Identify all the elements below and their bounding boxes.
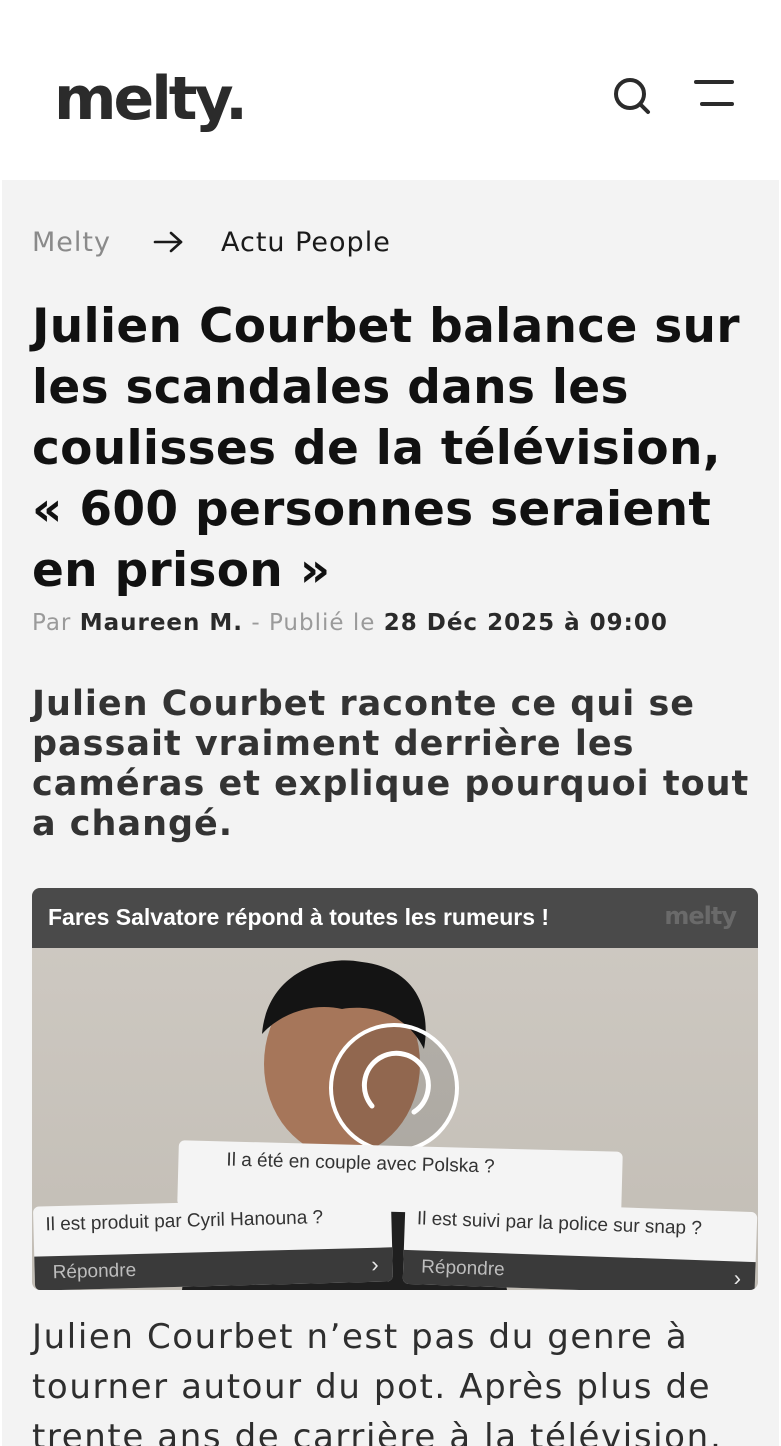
published-label: - Publié le: [251, 610, 376, 636]
rumor-question: Il a été en couple avec Polska ?: [226, 1149, 495, 1178]
arrow-right-icon: [153, 230, 185, 254]
author-link[interactable]: Maureen M.: [80, 610, 243, 636]
breadcrumb: Melty Actu People: [32, 224, 391, 260]
article-lead: Julien Courbet raconte ce qui se passait…: [32, 684, 750, 844]
rumor-question: Il est suivi par la police sur snap ?: [416, 1208, 703, 1240]
search-button[interactable]: [610, 74, 654, 118]
melty-logo[interactable]: melty.: [54, 64, 248, 134]
chevron-right-icon: ›: [370, 1251, 379, 1277]
video-watermark: melty: [664, 902, 737, 930]
byline-prefix: Par: [32, 610, 72, 636]
menu-button[interactable]: [692, 76, 736, 112]
video-title: Fares Salvatore répond à toutes les rume…: [48, 904, 550, 930]
reply-strip: Répondre ›: [402, 1249, 756, 1290]
reply-link[interactable]: Répondre: [421, 1256, 505, 1281]
breadcrumb-home-link[interactable]: Melty: [32, 227, 111, 258]
article-container: Melty Actu People Julien Courbet balance…: [2, 180, 779, 1446]
menu-icon: [694, 80, 734, 106]
rumor-card-2[interactable]: Il est produit par Cyril Hanouna ? Répon…: [32, 1197, 394, 1290]
published-date: 28 Déc 2025 à 09:00: [383, 610, 668, 636]
search-icon: [614, 78, 650, 114]
video-player[interactable]: Fares Salvatore répond à toutes les rume…: [32, 888, 758, 1290]
site-header: melty.: [0, 0, 781, 180]
reply-link[interactable]: Répondre: [52, 1260, 136, 1284]
video-title-bar: Fares Salvatore répond à toutes les rume…: [32, 888, 758, 948]
article-title: Julien Courbet balance sur les scandales…: [32, 299, 740, 598]
rumor-question: Il est produit par Cyril Hanouna ?: [45, 1207, 324, 1236]
chevron-right-icon: ›: [733, 1265, 742, 1290]
breadcrumb-category-link[interactable]: Actu People: [221, 227, 391, 258]
rumor-card-3[interactable]: Il est suivi par la police sur snap ? Ré…: [402, 1199, 758, 1290]
loading-spinner-icon: [329, 1023, 459, 1153]
article-body-paragraph: Julien Courbet n’est pas du genre à tour…: [32, 1317, 723, 1446]
article-byline: Par Maureen M. - Publié le 28 Déc 2025 à…: [32, 610, 668, 636]
